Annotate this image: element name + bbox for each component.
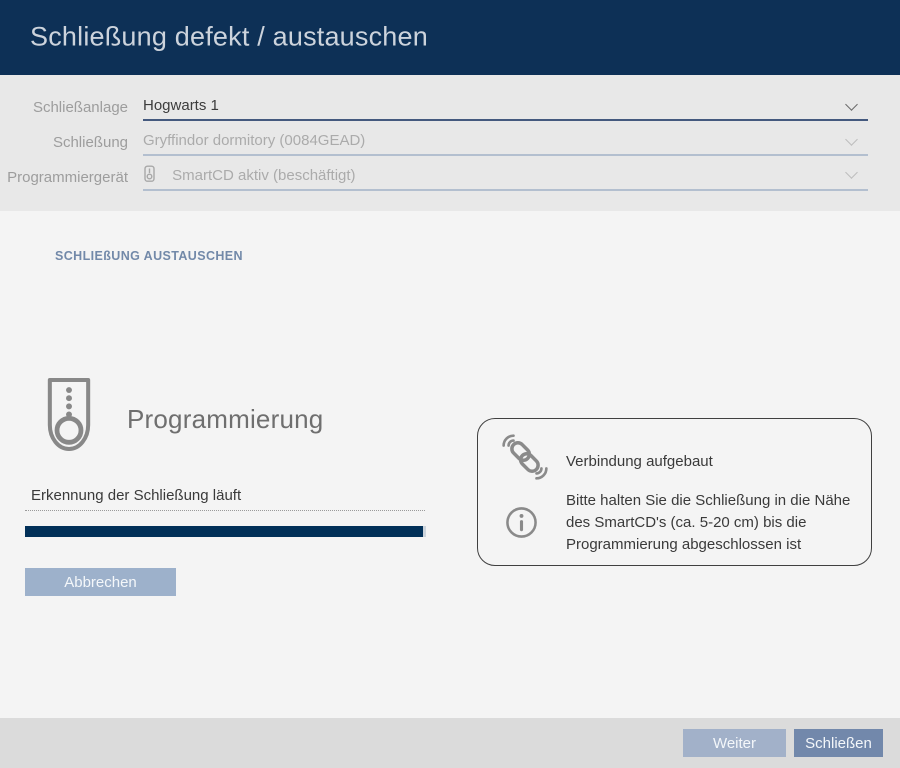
close-button[interactable]: Schließen — [794, 729, 883, 757]
programmiergeraet-label: Programmiergerät — [0, 169, 128, 191]
programmiergeraet-value: SmartCD aktiv (beschäftigt) — [172, 167, 355, 184]
progress-status-text: Erkennung der Schließung läuft — [31, 487, 241, 504]
page-title: Schließung defekt / austauschen — [30, 21, 428, 52]
form-strip: Schließanlage Hogwarts 1 Schließung Gryf… — [0, 75, 900, 211]
info-icon — [505, 506, 538, 539]
header-bar: Schließung defekt / austauschen — [0, 0, 900, 75]
process-status-label: SCHLIEßUNG AUSTAUSCHEN — [55, 249, 243, 263]
schliessung-select: Gryffindor dormitory (0084GEAD) — [143, 132, 868, 156]
instruction-text: Bitte halten Sie die Schließung in die N… — [566, 490, 868, 556]
schliessanlage-label: Schließanlage — [0, 99, 128, 121]
programming-heading: Programmierung — [127, 404, 323, 435]
progress-bar-fill — [25, 526, 423, 537]
lock-cylinder-icon — [46, 377, 92, 452]
connection-info-box: Verbindung aufgebaut Bitte halten Sie di… — [477, 418, 872, 566]
progress-bar — [25, 526, 426, 537]
programmiergeraet-select: SmartCD aktiv (beschäftigt) — [143, 165, 868, 191]
chevron-down-icon — [845, 133, 858, 146]
dotted-divider — [25, 510, 425, 511]
dialog-schliessung-defekt-austauschen: Schließung defekt / austauschen Schließa… — [0, 0, 900, 768]
form-row-schliessung: Schließung Gryffindor dormitory (0084GEA… — [0, 130, 868, 156]
schliessanlage-value: Hogwarts 1 — [143, 97, 219, 114]
wireless-link-icon — [502, 434, 548, 480]
schliessung-label: Schließung — [0, 134, 128, 156]
footer-bar: Weiter Schließen — [0, 718, 900, 768]
next-button[interactable]: Weiter — [683, 729, 786, 757]
programming-device-icon — [143, 165, 156, 183]
connection-status-text: Verbindung aufgebaut — [566, 453, 713, 470]
form-row-programmiergeraet: Programmiergerät SmartCD aktiv (beschäft… — [0, 165, 868, 191]
form-row-schliessanlage: Schließanlage Hogwarts 1 — [0, 95, 868, 121]
chevron-down-icon — [845, 166, 858, 179]
cancel-button[interactable]: Abbrechen — [25, 568, 176, 596]
schliessanlage-select[interactable]: Hogwarts 1 — [143, 97, 868, 121]
chevron-down-icon — [845, 98, 858, 111]
schliessung-value: Gryffindor dormitory (0084GEAD) — [143, 132, 365, 149]
